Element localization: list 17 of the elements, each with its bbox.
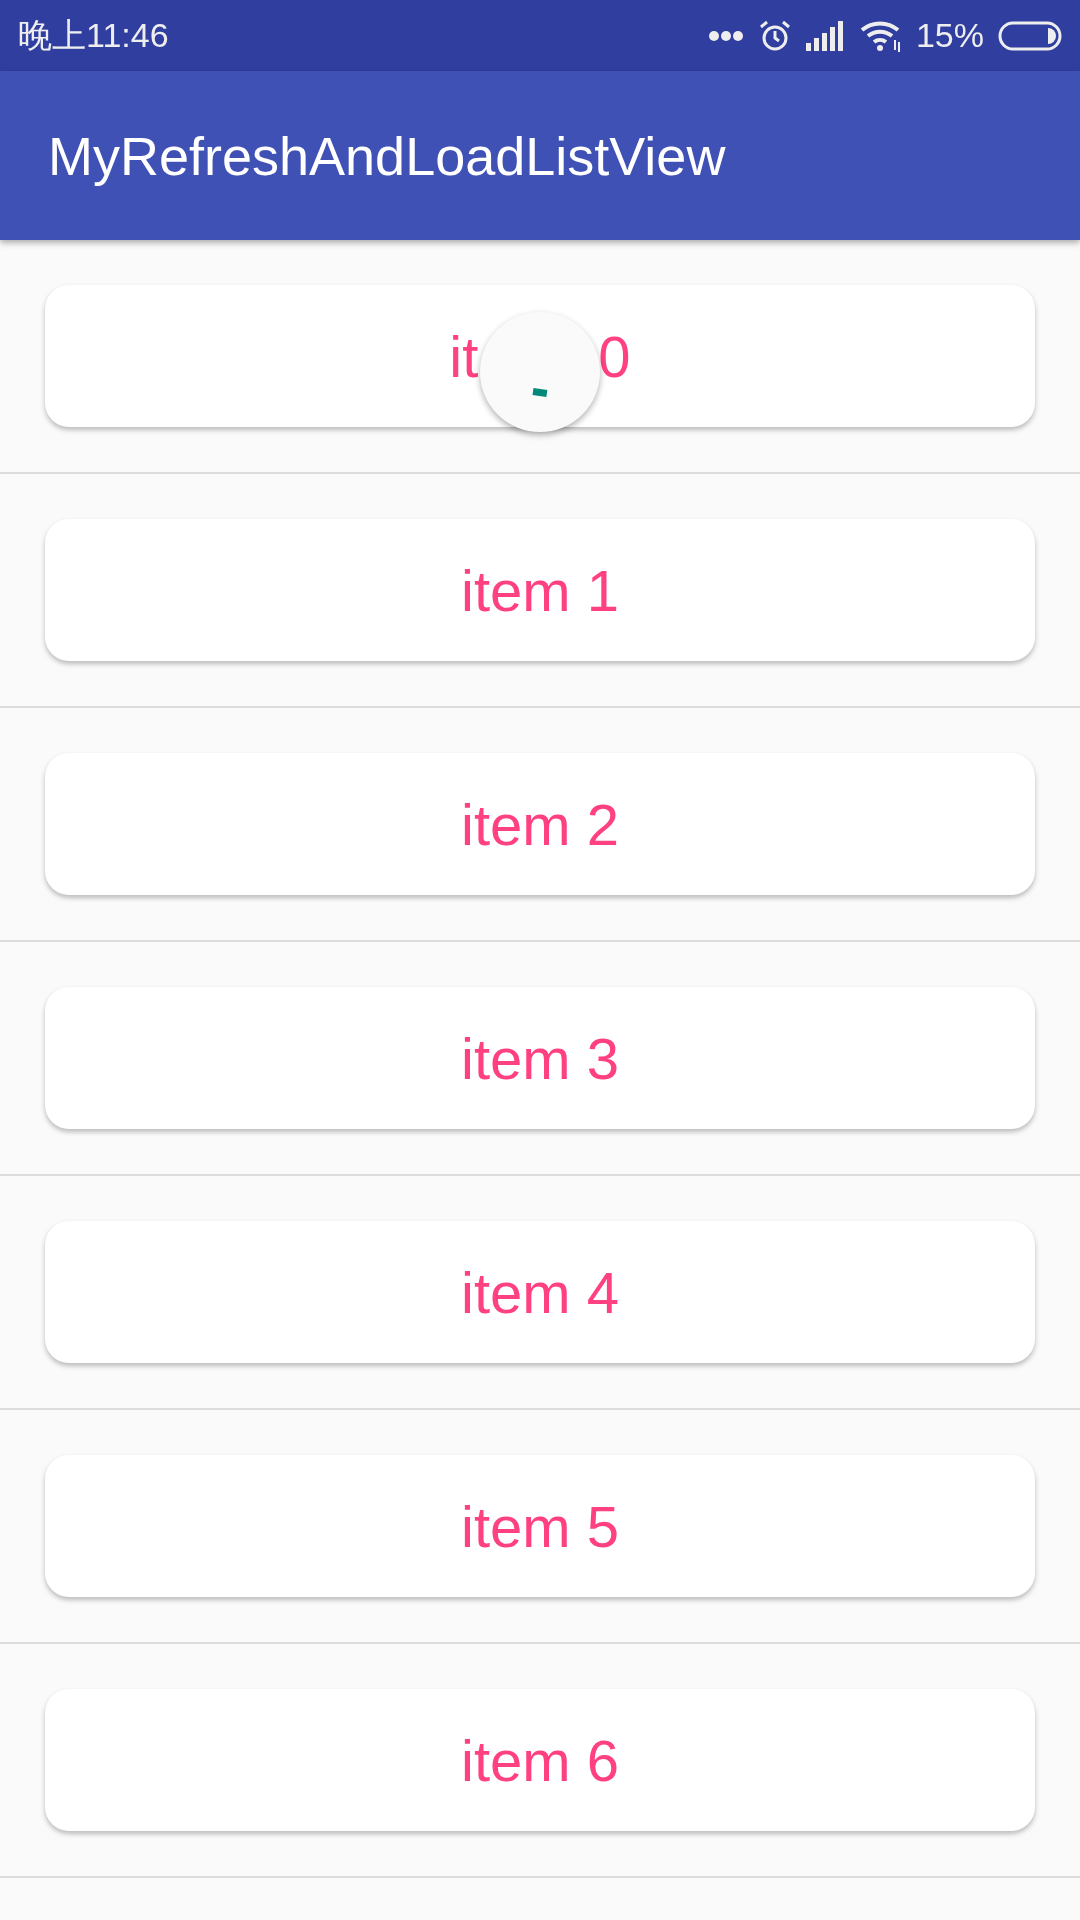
- list-item[interactable]: item 2: [45, 753, 1035, 895]
- status-time: 晚上11:46: [18, 14, 169, 56]
- list-item[interactable]: item 4: [45, 1221, 1035, 1363]
- item-text: it: [449, 322, 479, 390]
- list-item[interactable]: item 1: [45, 519, 1035, 661]
- signal-icon: [805, 20, 846, 51]
- list-item[interactable]: item 3: [45, 987, 1035, 1129]
- battery-icon: [998, 20, 1062, 51]
- more-dots-icon: [707, 29, 744, 42]
- list-item[interactable]: item 5: [45, 1455, 1035, 1597]
- list-item[interactable]: it 0: [45, 285, 1035, 427]
- alarm-icon: [757, 18, 792, 53]
- battery-percent: 15%: [915, 16, 984, 55]
- app-title: MyRefreshAndLoadListView: [48, 124, 726, 187]
- item-text: 0: [598, 322, 631, 390]
- list-item[interactable]: item 6: [45, 1689, 1035, 1831]
- wifi-icon: [859, 19, 902, 52]
